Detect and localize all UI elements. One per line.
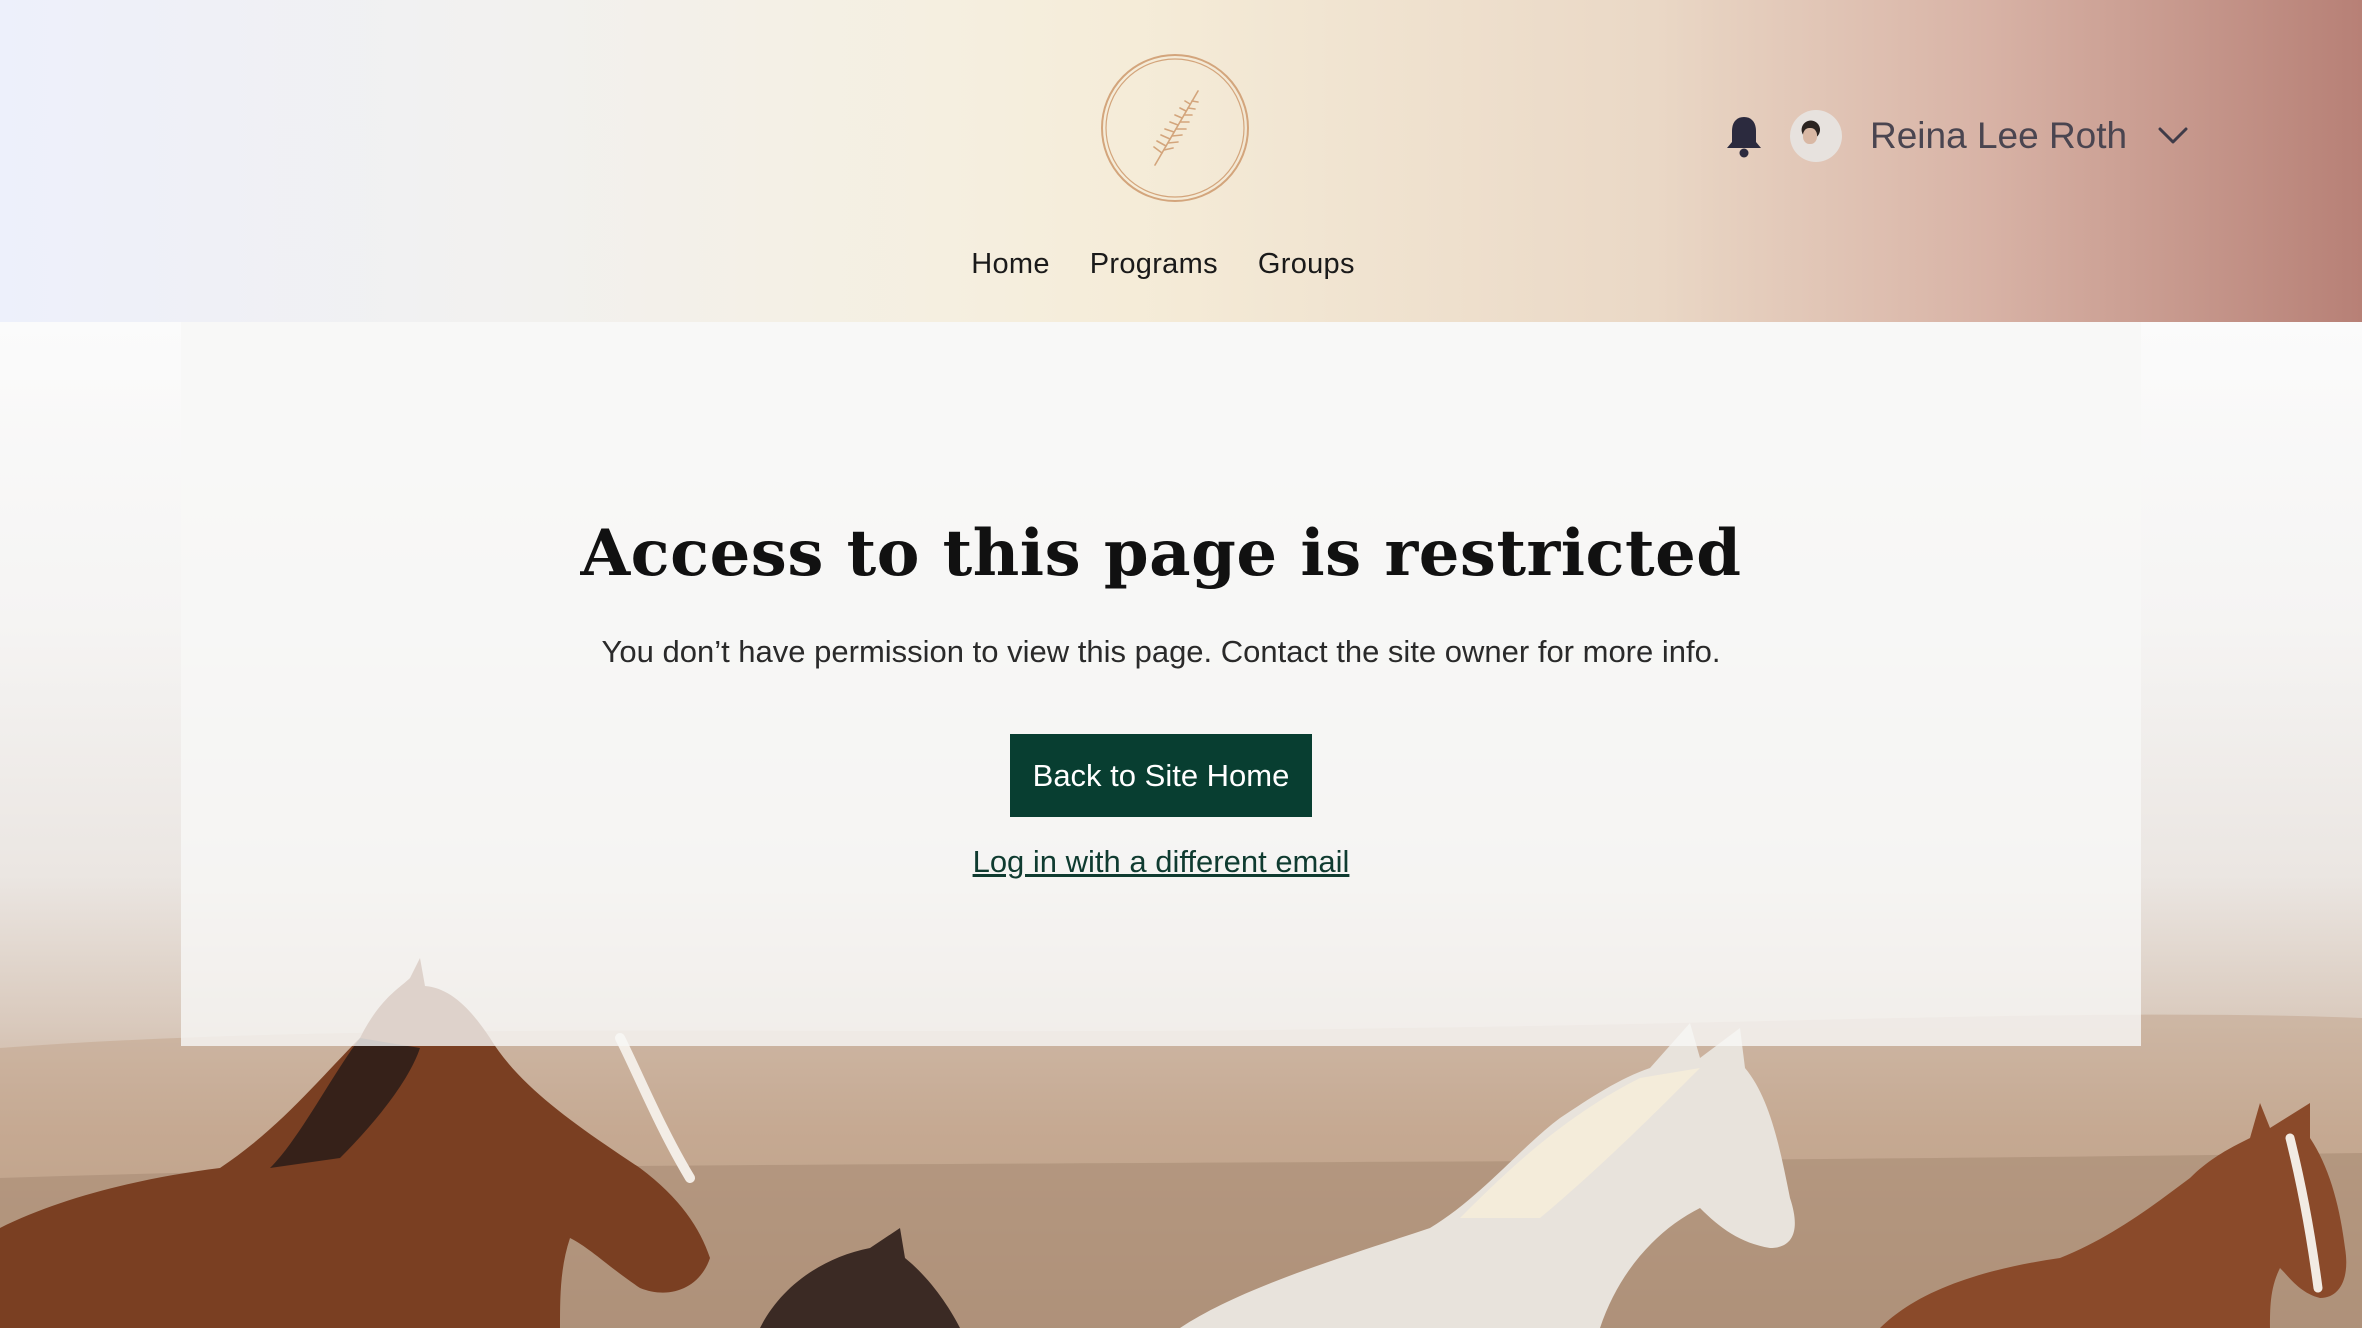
login-different-email-link[interactable]: Log in with a different email <box>973 844 1350 879</box>
permission-message: You don’t have permission to view this p… <box>601 634 1721 669</box>
site-logo[interactable] <box>1100 53 1250 203</box>
user-name[interactable]: Reina Lee Roth <box>1870 115 2127 157</box>
site-header: Home Programs Groups Reina Lee Roth <box>0 0 2362 322</box>
nav-item-home[interactable]: Home <box>971 248 1050 281</box>
bell-icon[interactable] <box>1724 114 1764 158</box>
avatar[interactable] <box>1790 110 1842 162</box>
nav-item-programs[interactable]: Programs <box>1090 248 1218 281</box>
back-to-site-home-button[interactable]: Back to Site Home <box>1010 734 1312 817</box>
user-menu: Reina Lee Roth <box>1724 108 2189 164</box>
nav-item-groups[interactable]: Groups <box>1258 248 1355 281</box>
login-different-email-row: Log in with a different email <box>181 844 2141 880</box>
chevron-down-icon[interactable] <box>2157 126 2189 146</box>
main-nav: Home Programs Groups <box>0 248 2362 281</box>
restricted-access-panel: Access to this page is restricted You do… <box>181 322 2141 1046</box>
page-title: Access to this page is restricted <box>580 516 1742 591</box>
